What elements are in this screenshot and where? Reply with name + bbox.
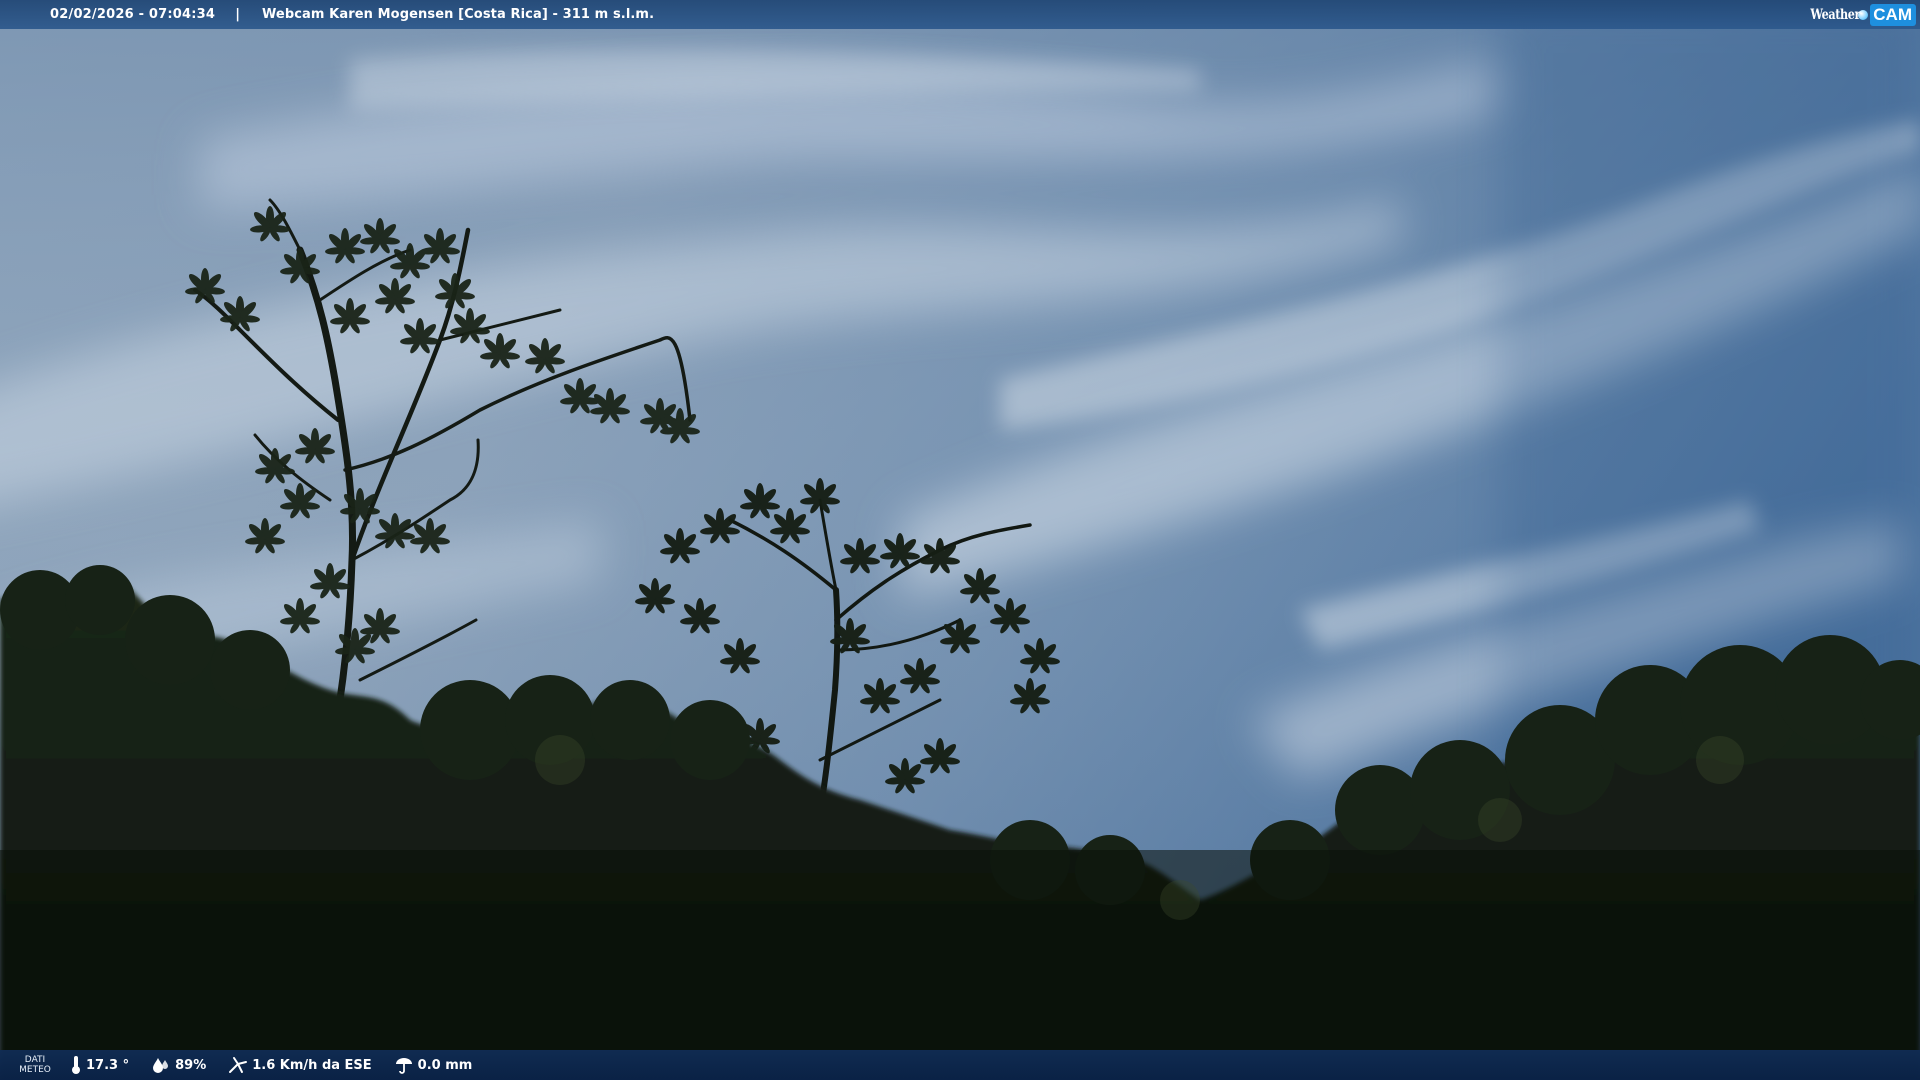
timestamp: 02/02/2026 - 07:04:34 [50,7,216,22]
webcam-scene [0,0,1920,1080]
rain-value: 0.0 mm [417,1057,473,1073]
temperature-value: 17.3 ° [86,1057,130,1073]
weathercam-logo: Weather CAM [1798,0,1920,29]
logo-cam-text: CAM [1870,3,1916,26]
dati-label-line2: METEO [19,1065,51,1075]
webcam-header-bar: 02/02/2026 - 07:04:34 | Webcam Karen Mog… [0,0,1920,29]
humidity-stat: 89% [151,1056,206,1074]
humidity-icon [153,1058,169,1073]
thermometer-icon [72,1056,80,1074]
wind-icon [229,1057,248,1073]
rain-stat: 0.0 mm [394,1056,473,1074]
logo-weather-text: Weather [1810,6,1861,23]
weather-data-bar: DATI METEO 17.3 ° 89% 1.6 Km/h da ESE 0.… [0,1050,1920,1080]
humidity-value: 89% [175,1057,207,1073]
dati-label-line1: DATI [24,1055,46,1065]
wind-value: 1.6 Km/h da ESE [252,1057,372,1073]
temperature-stat: 17.3 ° [70,1055,129,1075]
wind-stat: 1.6 Km/h da ESE [228,1056,372,1074]
header-separator: | [235,7,240,22]
webcam-image [0,0,1920,1080]
rain-icon [395,1058,412,1074]
camera-title: Webcam Karen Mogensen [Costa Rica] - 311… [261,7,655,22]
dati-meteo-label: DATI METEO [0,1055,70,1075]
